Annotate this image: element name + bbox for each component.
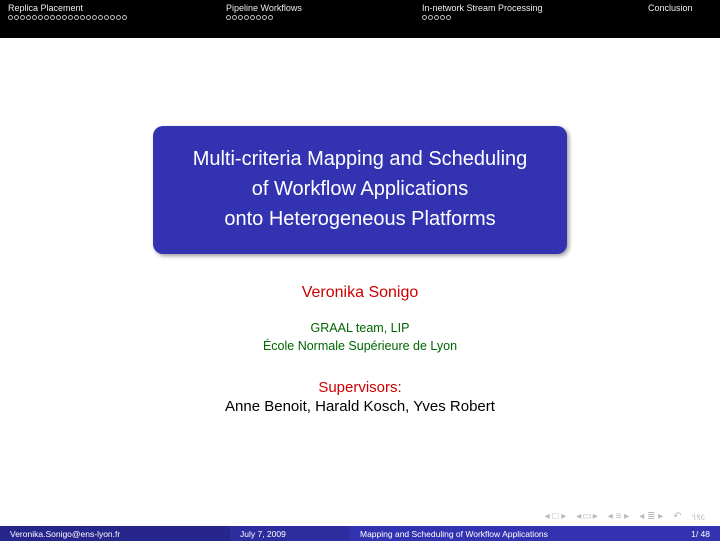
footer-author: Veronika.Sonigo@ens-lyon.fr [0,526,230,541]
beamer-nav-icons[interactable]: ◂ □ ▸ ◂ ▭ ▸ ◂ ≡ ▸ ◂ ≣ ▸ ↶ ૧९૯ [545,510,706,523]
section-nav-bar: Replica Placement Pipeline Workflows In-ne… [0,0,720,38]
footer-bar: Veronika.Sonigo@ens-lyon.fr July 7, 2009… [0,526,720,541]
author-name: Veronika Sonigo [0,284,720,302]
title-line-1: Multi-criteria Mapping and Scheduling [193,144,528,174]
title-line-2: of Workflow Applications [193,174,528,204]
nav-section-icon[interactable]: ◂ ≣ ▸ [639,511,663,522]
author-block: Veronika Sonigo GRAAL team, LIP École No… [0,284,720,415]
nav-subsection-icon[interactable]: ◂ ≡ ▸ [608,511,629,522]
section-nav-label: Replica Placement [8,3,210,13]
affiliation-line-1: GRAAL team, LIP [0,320,720,338]
nav-search-icon[interactable]: ૧९૯ [692,510,706,523]
section-nav-dots [8,15,210,20]
footer-title: Mapping and Scheduling of Workflow Appli… [350,526,668,541]
footer-page: 1/ 48 [668,526,720,541]
section-nav-item[interactable]: Conclusion [640,3,720,15]
section-nav-dots [226,15,406,20]
affiliation-line-2: École Normale Supérieure de Lyon [0,338,720,356]
nav-back-icon[interactable]: ↶ [673,511,681,522]
section-nav-label: In-network Stream Processing [422,3,632,13]
footer-date: July 7, 2009 [230,526,350,541]
section-nav-label: Conclusion [648,3,712,13]
nav-frame-icon[interactable]: ◂ ▭ ▸ [576,511,598,522]
nav-slide-icon[interactable]: ◂ □ ▸ [545,511,567,522]
section-nav-item[interactable]: In-network Stream Processing [414,3,640,20]
title-line-3: onto Heterogeneous Platforms [193,204,528,234]
section-nav-label: Pipeline Workflows [226,3,406,13]
supervisors-label: Supervisors: [0,379,720,396]
title-block: Multi-criteria Mapping and Scheduling of… [153,126,568,254]
section-nav-item[interactable]: Replica Placement [0,3,218,20]
section-nav-dots [422,15,632,20]
supervisors-names: Anne Benoit, Harald Kosch, Yves Robert [0,398,720,415]
section-nav-item[interactable]: Pipeline Workflows [218,3,414,20]
